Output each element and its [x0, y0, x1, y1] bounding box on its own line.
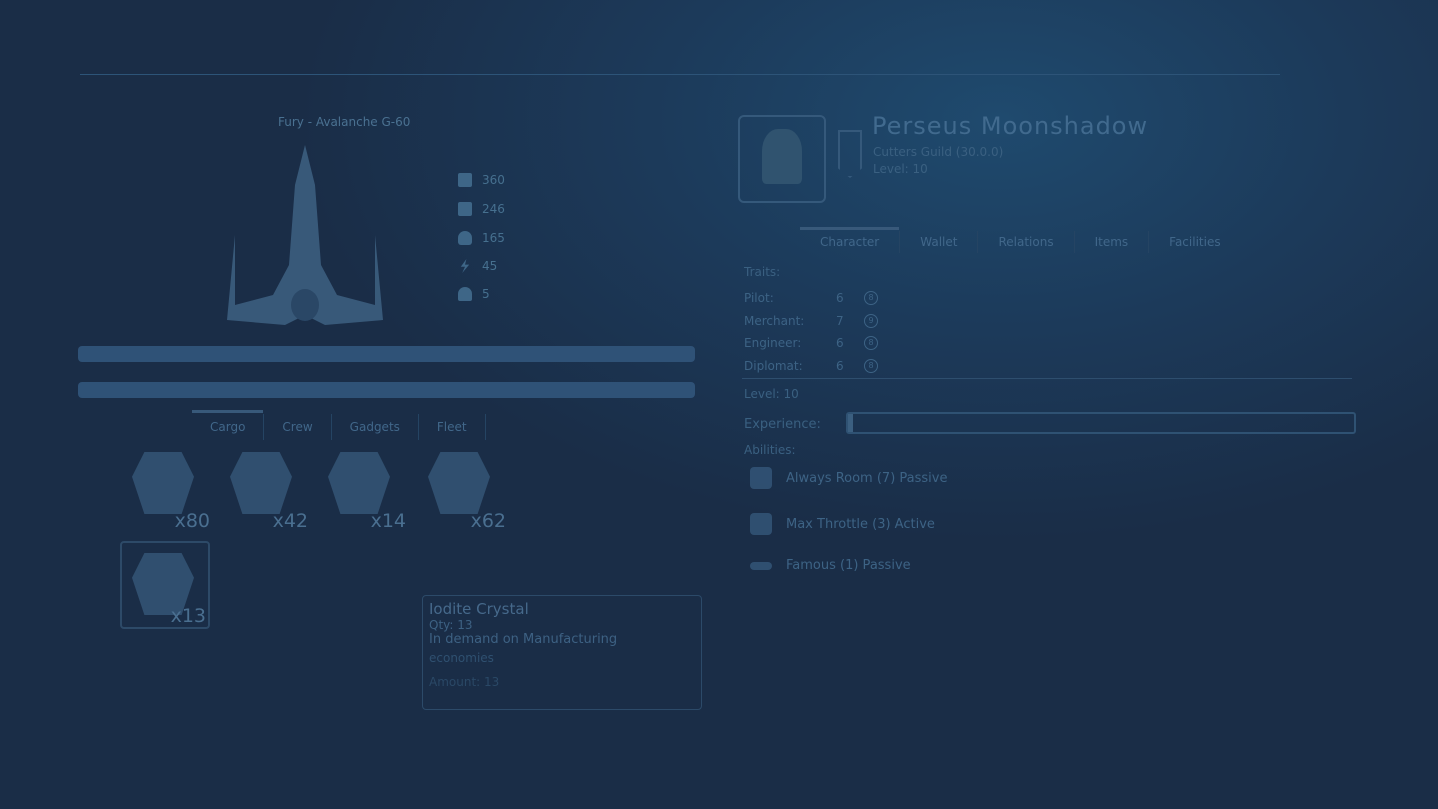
ship-bar-1 — [78, 346, 695, 362]
throttle-icon — [750, 513, 772, 535]
ability-max-throttle[interactable]: Max Throttle (3) Active — [750, 513, 935, 535]
energy-icon — [460, 259, 470, 273]
tab-wallet[interactable]: Wallet — [900, 231, 979, 253]
upgrade-trait-button[interactable]: 9 — [864, 314, 878, 328]
ship-title: Fury - Avalanche G-60 — [278, 115, 411, 129]
stat-crew: 5 — [458, 287, 490, 301]
tab-gadgets[interactable]: Gadgets — [332, 414, 419, 440]
cargo-item-icon — [428, 452, 490, 514]
ability-famous[interactable]: Famous (1) Passive — [750, 558, 911, 573]
abilities-label: Abilities: — [744, 443, 796, 457]
avatar — [762, 129, 802, 184]
tooltip-title: Iodite Crystal — [429, 600, 529, 618]
guild-badge-icon — [838, 130, 862, 178]
ship-tabs: Cargo Crew Gadgets Fleet — [192, 410, 486, 440]
experience-fill — [848, 414, 854, 432]
tab-cargo[interactable]: Cargo — [192, 410, 265, 440]
trait-diplomat: Diplomat: 6 8 — [744, 359, 878, 373]
traits-divider — [742, 378, 1352, 379]
shield-icon — [750, 467, 772, 489]
stat-fuel: 165 — [458, 231, 505, 245]
trait-merchant: Merchant: 7 9 — [744, 314, 878, 328]
character-name: Perseus Moonshadow — [872, 112, 1149, 140]
character-portrait — [738, 115, 826, 203]
tab-character[interactable]: Character — [800, 227, 901, 253]
upgrade-trait-button[interactable]: 8 — [864, 359, 878, 373]
tab-items[interactable]: Items — [1075, 231, 1150, 253]
tooltip-qty: Qty: 13 — [429, 618, 473, 632]
tab-facilities[interactable]: Facilities — [1149, 231, 1240, 253]
fame-icon — [750, 561, 772, 570]
traits-label: Traits: — [744, 265, 781, 279]
trait-pilot: Pilot: 6 8 — [744, 291, 878, 305]
tooltip-desc: In demand on Manufacturing — [429, 632, 618, 647]
ship-image — [227, 145, 383, 325]
stat-energy: 45 — [458, 259, 497, 273]
top-divider — [80, 74, 1280, 75]
tab-fleet[interactable]: Fleet — [419, 414, 486, 440]
cargo-item-selected[interactable]: x13 — [120, 541, 210, 629]
upgrade-trait-button[interactable]: 8 — [864, 336, 878, 350]
cargo-item-icon — [132, 452, 194, 514]
cargo-item[interactable]: x80 — [132, 452, 210, 532]
cargo-item[interactable]: x42 — [230, 452, 308, 532]
character-tabs: Character Wallet Relations Items Facilit… — [800, 227, 1241, 253]
shield-icon — [458, 173, 472, 187]
item-tooltip: Iodite Crystal Qty: 13 In demand on Manu… — [422, 595, 702, 710]
cargo-item-icon — [230, 452, 292, 514]
experience-bar — [846, 412, 1356, 434]
trait-engineer: Engineer: 6 8 — [744, 336, 878, 350]
tab-relations[interactable]: Relations — [978, 231, 1075, 253]
cargo-item-icon — [328, 452, 390, 514]
tooltip-desc-2: economies — [429, 651, 494, 665]
crew-icon — [458, 287, 472, 301]
cargo-item[interactable]: x62 — [428, 452, 506, 532]
ship-bar-2 — [78, 382, 695, 398]
tooltip-footer: Amount: 13 — [429, 675, 500, 689]
fuel-icon — [458, 231, 472, 245]
experience-label: Experience: — [744, 417, 821, 432]
character-guild: Cutters Guild (30.0.0) — [873, 145, 1004, 159]
stat-hull: 360 — [458, 173, 505, 187]
upgrade-trait-button[interactable]: 8 — [864, 291, 878, 305]
ability-always-room[interactable]: Always Room (7) Passive — [750, 467, 947, 489]
cargo-item[interactable]: x14 — [328, 452, 406, 532]
character-level: Level: 10 — [873, 162, 928, 176]
tab-crew[interactable]: Crew — [264, 414, 332, 440]
cargo-icon — [458, 202, 472, 216]
stat-cargo: 246 — [458, 202, 505, 216]
level-label: Level: 10 — [744, 387, 799, 401]
